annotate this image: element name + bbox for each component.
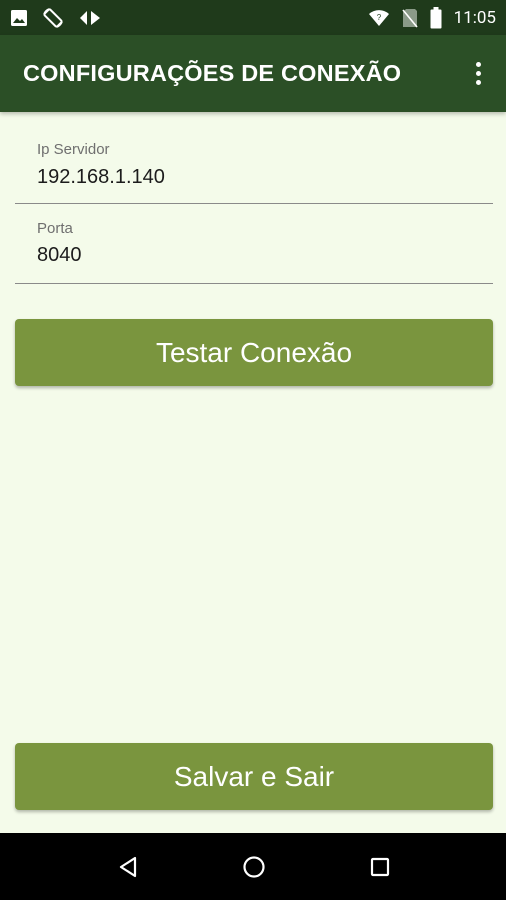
menu-dot: [475, 71, 481, 76]
port-input[interactable]: 8040: [37, 244, 82, 267]
menu-dot: [475, 80, 481, 85]
port-field[interactable]: Porta 8040: [15, 204, 493, 284]
navigation-bar: [0, 833, 506, 900]
more-vertical-icon[interactable]: [466, 54, 490, 94]
battery-icon: [430, 6, 442, 29]
test-connection-button[interactable]: Testar Conexão: [15, 319, 493, 386]
ip-server-field[interactable]: Ip Servidor 192.168.1.140: [15, 112, 493, 204]
recents-icon[interactable]: [366, 853, 394, 881]
port-label: Porta: [37, 220, 73, 237]
status-time: 11:05: [453, 7, 496, 28]
save-and-exit-button[interactable]: Salvar e Sair: [15, 743, 493, 810]
image-icon: [10, 9, 28, 27]
home-icon[interactable]: [240, 853, 268, 881]
no-sim-icon: [402, 8, 418, 28]
status-left-icons: [10, 7, 102, 29]
ip-server-input[interactable]: 192.168.1.140: [37, 166, 165, 189]
page-title: CONFIGURAÇÕES DE CONEXÃO: [23, 60, 402, 86]
app-bar: CONFIGURAÇÕES DE CONEXÃO: [0, 35, 506, 112]
data-transfer-icon: [78, 9, 102, 27]
wifi-icon: ?: [368, 9, 390, 27]
menu-dot: [475, 62, 481, 67]
svg-text:?: ?: [376, 13, 381, 22]
screen-rotation-icon: [42, 7, 64, 29]
ip-server-label: Ip Servidor: [37, 141, 110, 158]
back-icon[interactable]: [114, 853, 142, 881]
status-bar: ? 11:05: [0, 0, 506, 35]
status-right-icons: ? 11:05: [368, 6, 496, 29]
